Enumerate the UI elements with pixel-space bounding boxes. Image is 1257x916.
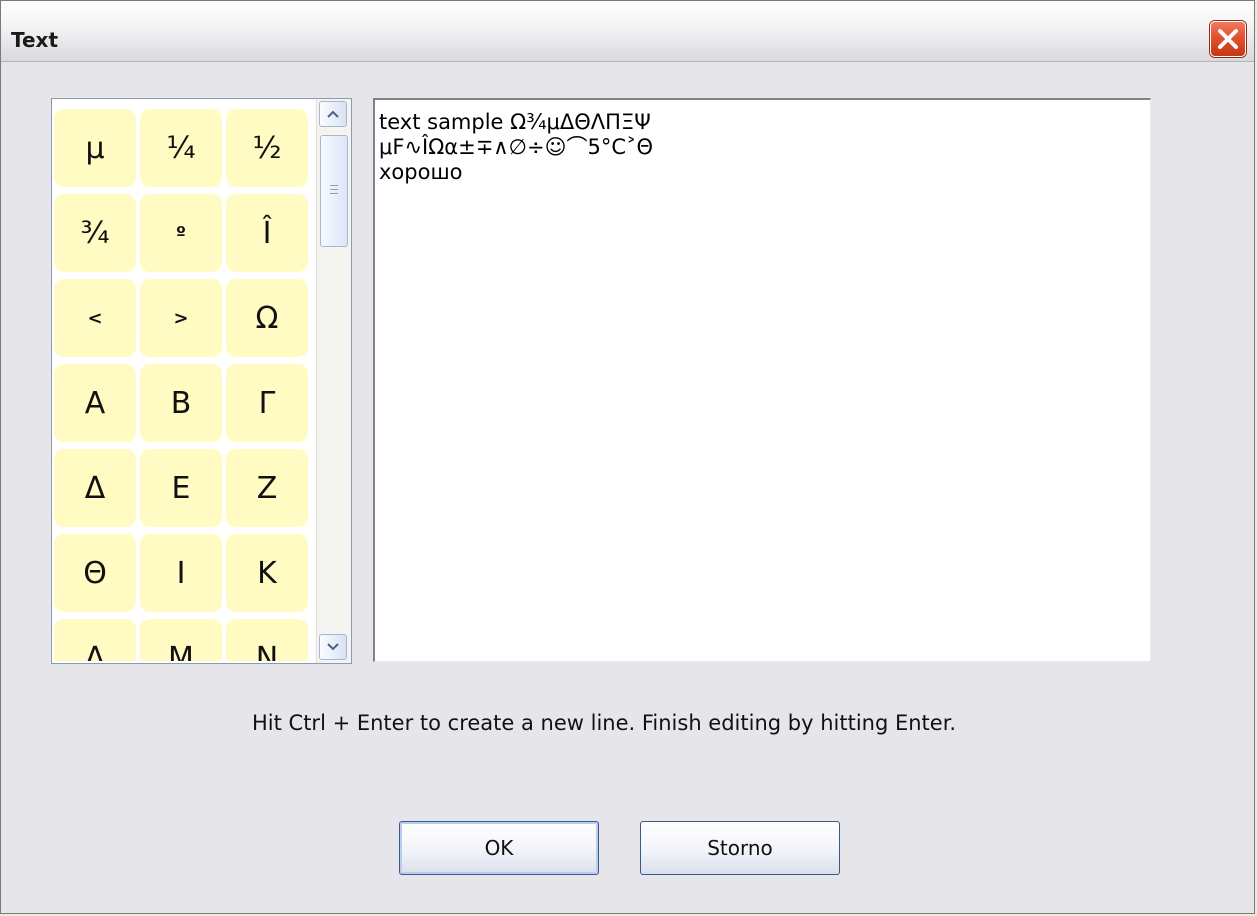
symbol-button[interactable]: Ζ	[226, 449, 308, 527]
close-button[interactable]	[1210, 21, 1246, 57]
chevron-up-icon	[327, 110, 339, 118]
chevron-down-icon	[327, 643, 339, 651]
symbol-button[interactable]: Α	[54, 364, 136, 442]
close-icon	[1218, 29, 1238, 49]
symbol-button[interactable]: ¾	[54, 194, 136, 272]
scroll-down-button[interactable]	[319, 634, 347, 660]
text-dialog: Text μ ¼ ½ ¾ º Î < > Ω Α Β Γ Δ Ε Ζ Θ Ι Κ Λ Μ Ν	[0, 0, 1255, 914]
scroll-up-button[interactable]	[319, 101, 347, 127]
symbol-button[interactable]: Γ	[226, 364, 308, 442]
editor-line: хорошо	[379, 160, 463, 184]
editor-line: μF∿ÎΩα±∓∧∅÷☺⌒5°C˃Θ	[379, 135, 654, 159]
symbol-button[interactable]: ¼	[140, 109, 222, 187]
symbol-button[interactable]: >	[140, 279, 222, 357]
help-text: Hit Ctrl + Enter to create a new line. F…	[252, 711, 957, 735]
dialog-content: μ ¼ ½ ¾ º Î < > Ω Α Β Γ Δ Ε Ζ Θ Ι Κ Λ Μ Ν text sample	[1, 62, 1254, 913]
cancel-button[interactable]: Storno	[640, 821, 840, 875]
symbol-button[interactable]: Ω	[226, 279, 308, 357]
window-title: Text	[11, 28, 59, 52]
symbol-palette: μ ¼ ½ ¾ º Î < > Ω Α Β Γ Δ Ε Ζ Θ Ι Κ Λ Μ Ν	[51, 98, 352, 664]
symbol-button[interactable]: Δ	[54, 449, 136, 527]
symbol-button[interactable]: <	[54, 279, 136, 357]
symbol-button[interactable]: Ν	[226, 619, 308, 661]
palette-scrollbar[interactable]	[316, 99, 351, 663]
symbol-button[interactable]: Κ	[226, 534, 308, 612]
title-bar[interactable]: Text	[1, 1, 1254, 62]
text-editor[interactable]: text sample Ω¾μΔΘΛΠΞΨ μF∿ÎΩα±∓∧∅÷☺⌒5°C˃Θ…	[373, 98, 1151, 662]
scroll-thumb[interactable]	[320, 135, 348, 247]
symbol-grid: μ ¼ ½ ¾ º Î < > Ω Α Β Γ Δ Ε Ζ Θ Ι Κ Λ Μ Ν	[54, 101, 314, 661]
symbol-button[interactable]: º	[140, 194, 222, 272]
symbol-button[interactable]: Ι	[140, 534, 222, 612]
symbol-button[interactable]: Ε	[140, 449, 222, 527]
editor-line: text sample Ω¾μΔΘΛΠΞΨ	[379, 110, 651, 134]
grip-icon	[330, 185, 338, 195]
symbol-button[interactable]: Μ	[140, 619, 222, 661]
symbol-button[interactable]: Θ	[54, 534, 136, 612]
symbol-button[interactable]: Λ	[54, 619, 136, 661]
symbol-button[interactable]: Î	[226, 194, 308, 272]
symbol-button[interactable]: μ	[54, 109, 136, 187]
symbol-button[interactable]: Β	[140, 364, 222, 442]
symbol-button[interactable]: ½	[226, 109, 308, 187]
ok-button[interactable]: OK	[399, 821, 599, 875]
